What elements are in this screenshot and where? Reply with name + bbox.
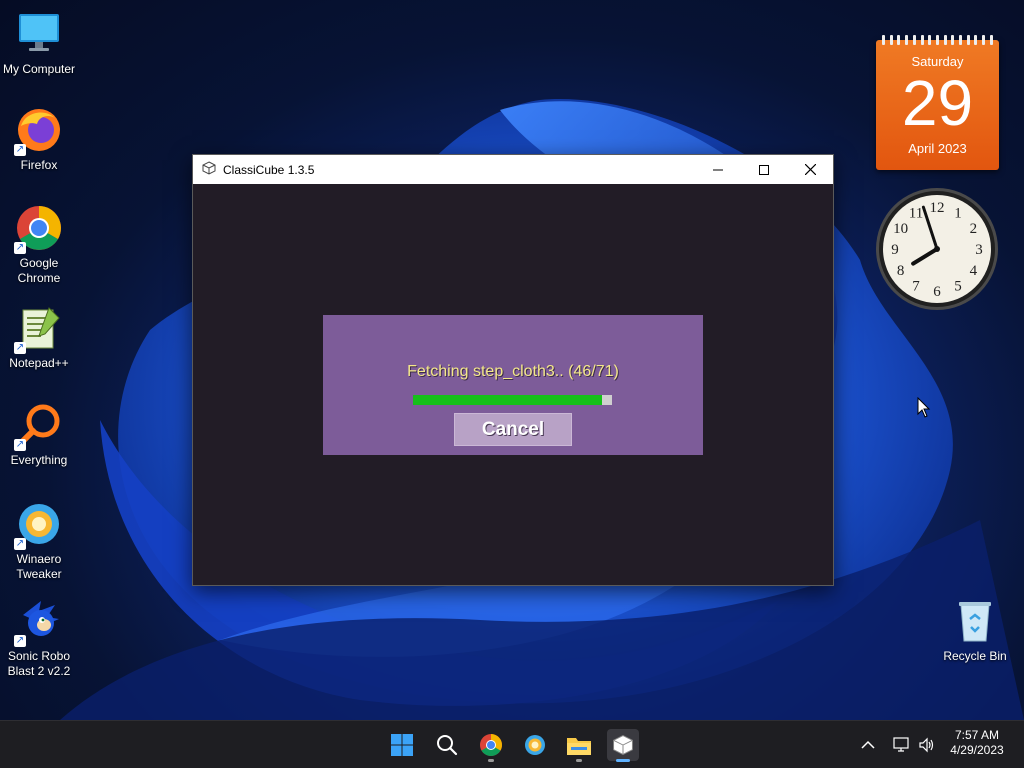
maximize-button[interactable] [741,155,787,184]
taskbar-file-explorer[interactable] [563,729,595,762]
desktop-icon-label: Winaero Tweaker [16,552,62,581]
taskbar-chrome[interactable] [475,729,507,762]
window-titlebar[interactable]: ClassiCube 1.3.5 [193,155,833,184]
desktop-icon-label: Everything [10,453,68,467]
clock-number: 11 [909,206,923,222]
clock-number: 2 [970,221,978,237]
desktop-icon-label: Firefox [20,158,58,172]
clock-number: 8 [897,263,905,279]
minimize-button[interactable] [695,155,741,184]
classicube-icon [613,735,633,755]
calendar-day: 29 [901,67,974,139]
sonic-icon: ↗ [14,597,63,647]
taskbar-search-button[interactable] [431,729,463,761]
desktop-icon-everything[interactable]: ↗ Everything [2,401,76,468]
clock-number: 1 [954,206,962,222]
fetch-status-text: Fetching step_cloth3.. (46/71) [407,363,619,380]
desktop-icon-label: Notepad++ [9,356,69,370]
classicube-window[interactable]: ClassiCube 1.3.5 Fetching step_cloth3.. … [192,154,834,586]
desktop-icon-label: My Computer [2,62,76,76]
windows-start-icon [391,734,413,756]
desktop-icon-recycle-bin[interactable]: Recycle Bin [938,597,1012,664]
desktop-icon-label: Google Chrome [17,256,61,285]
fetch-progress-bar [413,395,612,405]
clock-number: 5 [954,278,962,294]
clock-number: 12 [930,200,945,216]
volume-button[interactable] [912,729,942,761]
firefox-icon: ↗ [14,106,63,156]
chrome-icon [480,734,502,756]
calendar-rings [882,35,993,45]
taskbar-clock[interactable]: 7:57 AM 4/29/2023 [942,728,1012,758]
everything-search-icon: ↗ [14,401,63,451]
calendar-gadget[interactable]: Saturday 29 April 2023 [876,35,999,170]
minimize-icon [713,169,723,170]
clock-number: 3 [975,242,983,258]
clock-number: 10 [893,221,908,237]
window-title: ClassiCube 1.3.5 [223,162,315,177]
taskbar-classicube[interactable] [607,729,639,762]
desktop-icon-firefox[interactable]: ↗ Firefox [2,106,76,173]
winaero-icon [525,735,545,755]
desktop-icon-my-computer[interactable]: My Computer [2,10,76,77]
clock-number: 9 [891,242,899,258]
taskbar-date: 4/29/2023 [950,743,1004,757]
desktop-icon-notepadpp[interactable]: ↗ Notepad++ [2,304,76,371]
speaker-icon [919,737,934,753]
folder-icon [567,738,591,755]
chevron-up-icon [861,740,875,749]
taskbar [0,720,1024,768]
fetch-progress-fill [413,395,603,405]
taskbar-winaero[interactable] [519,729,551,761]
mouse-cursor-icon [917,397,931,418]
search-icon [437,735,458,756]
classicube-app-icon [202,161,216,178]
fetching-resources-dialog: Fetching step_cloth3.. (46/71) Cancel [323,315,703,455]
clock-gadget[interactable]: 12 12 3 45678 9 1011 [874,186,1000,312]
show-hidden-icons-button[interactable] [853,729,883,761]
winaero-icon: ↗ [14,500,63,550]
monitor-icon [15,10,63,58]
desktop-background: My Computer ↗ Firefox ↗ Google Chrome ↗ … [0,0,1024,720]
desktop-icon-srb2[interactable]: ↗ Sonic Robo Blast 2 v2.2 [2,597,76,679]
clock-number: 6 [933,284,941,300]
chrome-icon: ↗ [14,204,63,254]
desktop-icon-chrome[interactable]: ↗ Google Chrome [2,204,76,286]
taskbar-time: 7:57 AM [954,728,1000,742]
close-icon [804,164,816,175]
calendar-month-year: April 2023 [908,141,967,156]
maximize-icon [759,164,769,175]
recycle-bin-icon [951,597,999,645]
cancel-button[interactable]: Cancel [454,413,572,446]
desktop-icon-label: Recycle Bin [943,649,1007,663]
close-button[interactable] [787,155,833,184]
network-icon [893,737,909,752]
start-button[interactable] [386,729,418,761]
notepadpp-icon: ↗ [14,304,63,354]
desktop-icon-label: Sonic Robo Blast 2 v2.2 [7,649,71,678]
clock-number: 7 [912,278,920,294]
clock-number: 4 [970,263,978,279]
desktop-icon-winaero-tweaker[interactable]: ↗ Winaero Tweaker [2,500,76,582]
